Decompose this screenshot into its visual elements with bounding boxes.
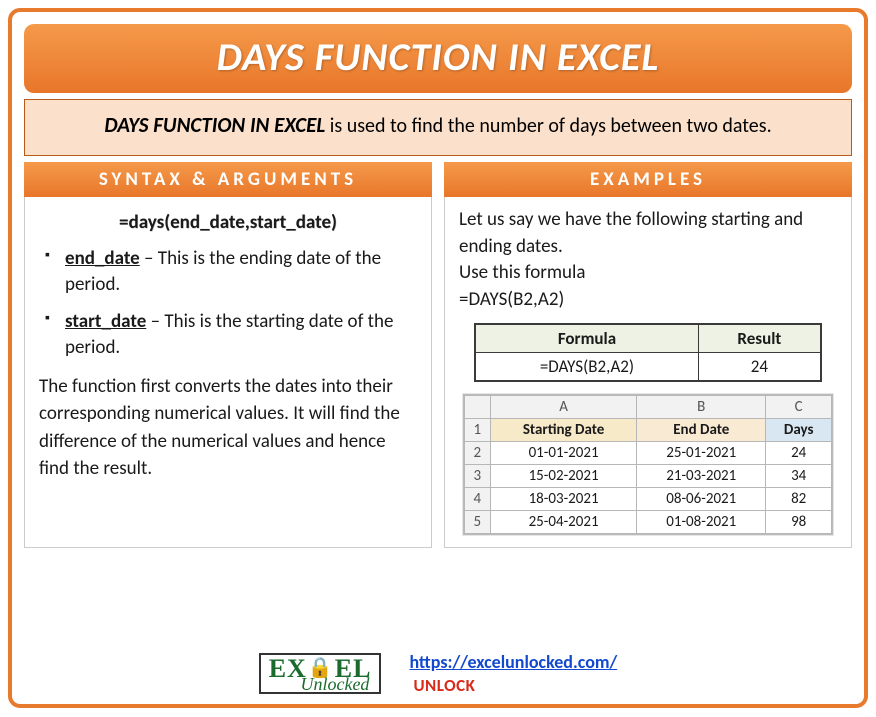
- syntax-heading: SYNTAX & ARGUMENTS: [24, 162, 432, 197]
- example-intro-3: =DAYS(B2,A2): [459, 288, 564, 311]
- examples-body: Let us say we have the following startin…: [444, 197, 852, 548]
- description-bar: DAYS FUNCTION IN EXCEL is used to find t…: [24, 99, 852, 156]
- corner-cell: [464, 396, 490, 419]
- syntax-column: SYNTAX & ARGUMENTS =days(end_date,start_…: [24, 162, 432, 548]
- cell: 82: [766, 488, 832, 511]
- list-item: start_date – This is the starting date o…: [45, 309, 417, 360]
- cell: 15-02-2021: [490, 465, 637, 488]
- table-row: 4 18-03-2021 08-06-2021 82: [464, 488, 831, 511]
- row-label: 2: [464, 442, 490, 465]
- result-cell: 24: [698, 353, 821, 382]
- sheet-header: End Date: [637, 419, 766, 442]
- desc-bold: DAYS FUNCTION IN EXCEL: [104, 112, 325, 138]
- formula-cell: =DAYS(B2,A2): [475, 353, 698, 382]
- document-frame: DAYS FUNCTION IN EXCEL DAYS FUNCTION IN …: [8, 8, 868, 708]
- title-banner: DAYS FUNCTION IN EXCEL: [24, 24, 852, 93]
- row-label: 5: [464, 511, 490, 534]
- arg-name: end_date: [65, 247, 140, 270]
- unlock-label: UNLOCK: [413, 675, 617, 696]
- example-intro-2: Use this formula: [459, 261, 585, 284]
- cell: 08-06-2021: [637, 488, 766, 511]
- example-intro-1: Let us say we have the following startin…: [459, 208, 803, 258]
- cell: 24: [766, 442, 832, 465]
- table-row: 5 25-04-2021 01-08-2021 98: [464, 511, 831, 534]
- footer-links: https://excelunlocked.com/ UNLOCK: [409, 651, 617, 696]
- col-label: A: [490, 396, 637, 419]
- syntax-explanation: The function first converts the dates in…: [39, 373, 417, 483]
- sheet-header: Starting Date: [490, 419, 637, 442]
- result-header: Result: [698, 324, 821, 353]
- cell: 01-01-2021: [490, 442, 637, 465]
- arg-name: start_date: [65, 310, 146, 333]
- cell: 01-08-2021: [637, 511, 766, 534]
- examples-heading: EXAMPLES: [444, 162, 852, 197]
- cell: 25-01-2021: [637, 442, 766, 465]
- formula-header: Formula: [475, 324, 698, 353]
- website-link[interactable]: https://excelunlocked.com/: [409, 651, 617, 673]
- col-label: C: [766, 396, 832, 419]
- spreadsheet: A B C 1 Starting Date End Date Days 2: [463, 394, 833, 535]
- cell: 21-03-2021: [637, 465, 766, 488]
- formula-result-table: Formula Result =DAYS(B2,A2) 24: [474, 323, 822, 382]
- logo-sub: Unlocked: [300, 676, 369, 692]
- row-label: 3: [464, 465, 490, 488]
- cell: 25-04-2021: [490, 511, 637, 534]
- page-title: DAYS FUNCTION IN EXCEL: [217, 32, 660, 81]
- examples-column: EXAMPLES Let us say we have the followin…: [444, 162, 852, 548]
- syntax-formula: =days(end_date,start_date): [39, 211, 417, 234]
- desc-text: is used to find the number of days betwe…: [325, 114, 771, 138]
- row-label: 4: [464, 488, 490, 511]
- spreadsheet-grid: A B C 1 Starting Date End Date Days 2: [464, 395, 832, 534]
- cell: 34: [766, 465, 832, 488]
- col-label: B: [637, 396, 766, 419]
- example-intro: Let us say we have the following startin…: [459, 207, 837, 313]
- logo: EX🔒EL Unlocked: [259, 653, 382, 695]
- syntax-body: =days(end_date,start_date) end_date – Th…: [24, 197, 432, 548]
- cell: 98: [766, 511, 832, 534]
- list-item: end_date – This is the ending date of th…: [45, 246, 417, 297]
- table-row: 3 15-02-2021 21-03-2021 34: [464, 465, 831, 488]
- cell: 18-03-2021: [490, 488, 637, 511]
- argument-list: end_date – This is the ending date of th…: [39, 246, 417, 361]
- row-label: 1: [464, 419, 490, 442]
- footer: EX🔒EL Unlocked https://excelunlocked.com…: [12, 651, 864, 696]
- table-row: 2 01-01-2021 25-01-2021 24: [464, 442, 831, 465]
- sheet-header: Days: [766, 419, 832, 442]
- columns: SYNTAX & ARGUMENTS =days(end_date,start_…: [24, 162, 852, 548]
